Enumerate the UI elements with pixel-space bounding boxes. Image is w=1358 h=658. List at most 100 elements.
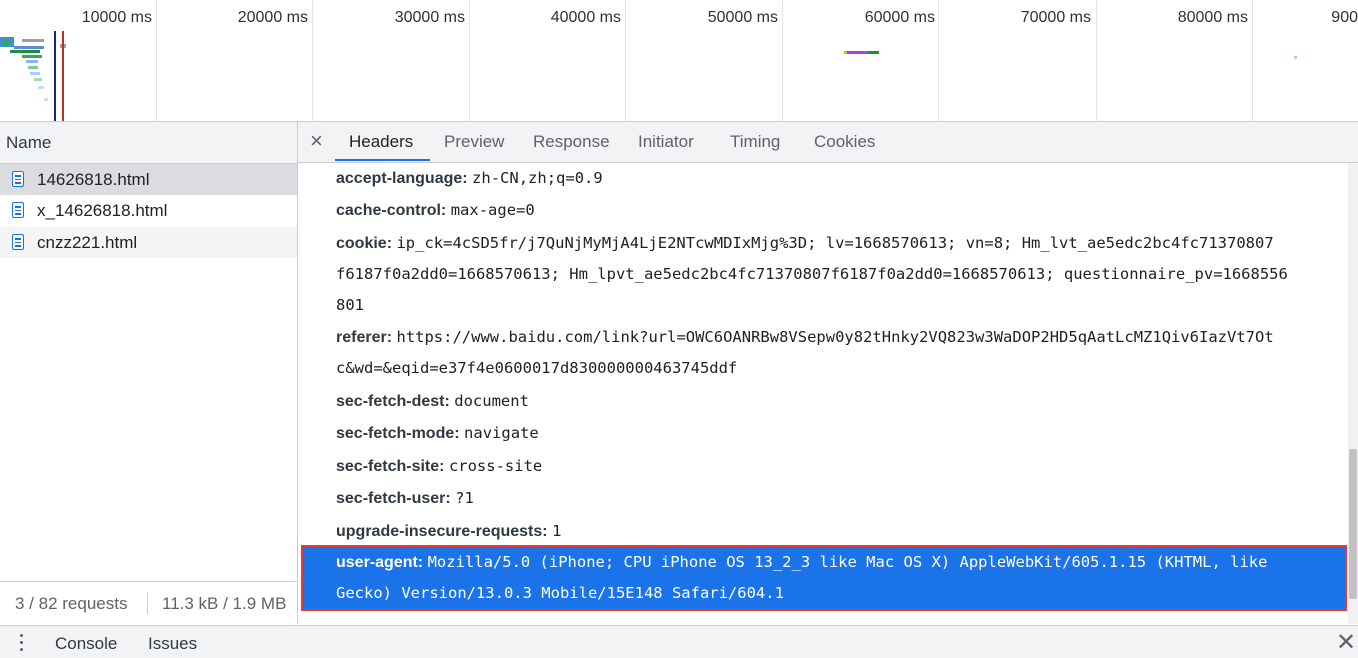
timeline-gridline — [156, 0, 157, 121]
header-row: referer: https://www.baidu.com/link?url=… — [336, 321, 1274, 354]
tab-cookies[interactable]: Cookies — [814, 132, 875, 152]
header-value: cross-site — [448, 457, 543, 475]
header-value: https://www.baidu.com/link?url=OWC6OANRB… — [396, 328, 1274, 346]
dom-content-loaded-line — [54, 31, 56, 121]
timeline-gridline — [625, 0, 626, 121]
timeline-tick-label: 30000 ms — [394, 9, 465, 26]
tab-preview[interactable]: Preview — [444, 132, 504, 152]
request-name: cnzz221.html — [37, 233, 138, 252]
tab-headers[interactable]: Headers — [349, 132, 413, 152]
header-value: Mozilla/5.0 (iPhone; CPU iPhone OS 13_2_… — [427, 553, 1268, 571]
waterfall-bar — [846, 51, 868, 54]
timeline-gridline — [938, 0, 939, 121]
header-name: cookie: — [336, 235, 393, 252]
request-details-pane: × Headers Preview Response Initiator Tim… — [298, 122, 1358, 624]
header-value: max-age=0 — [450, 201, 535, 219]
status-divider — [147, 592, 148, 614]
header-row: sec-fetch-mode: navigate — [336, 417, 539, 450]
header-row: sec-fetch-user: ?1 — [336, 482, 474, 515]
header-row: cookie: ip_ck=4cSD5fr/j7QuNjMyMjA4LjE2NT… — [336, 227, 1274, 260]
header-row: user-agent: Mozilla/5.0 (iPhone; CPU iPh… — [336, 546, 1267, 579]
waterfall-bar — [44, 98, 48, 101]
tab-console[interactable]: Console — [55, 634, 117, 654]
waterfall-bar — [1294, 56, 1297, 59]
waterfall-bar — [10, 50, 40, 53]
name-column-label: Name — [6, 133, 52, 152]
header-value-continued: 801 — [336, 296, 364, 314]
header-name: upgrade-insecure-requests: — [336, 523, 548, 540]
header-value-continued: f6187f0a2dd0=1668570613; Hm_lpvt_ae5edc2… — [336, 265, 1288, 283]
request-count: 3 / 82 requests — [15, 594, 128, 613]
header-name: sec-fetch-mode: — [336, 425, 460, 442]
header-row: upgrade-insecure-requests: 1 — [336, 515, 561, 548]
timeline-gridline — [782, 0, 783, 121]
timeline-gridline — [469, 0, 470, 121]
timeline-gridline — [312, 0, 313, 121]
request-row[interactable]: cnzz221.html — [0, 227, 297, 258]
active-tab-indicator — [335, 159, 430, 161]
waterfall-bar — [38, 86, 44, 89]
timeline-tick-label: 60000 ms — [864, 9, 935, 26]
header-value: ip_ck=4cSD5fr/j7QuNjMyMjA4LjE2NTcwMDIxMj… — [396, 234, 1274, 252]
timeline-tick-label: 10000 ms — [81, 9, 152, 26]
header-name: referer: — [336, 329, 393, 346]
tab-timing[interactable]: Timing — [730, 132, 780, 152]
tab-initiator[interactable]: Initiator — [638, 132, 694, 152]
load-event-line — [62, 31, 64, 121]
timeline-gridline — [1096, 0, 1097, 121]
waterfall-bar — [30, 72, 40, 75]
header-row: cache-control: max-age=0 — [336, 194, 535, 227]
header-name: cache-control: — [336, 202, 447, 219]
close-drawer-icon[interactable]: ✕ — [1336, 628, 1356, 657]
tab-issues[interactable]: Issues — [148, 634, 197, 654]
waterfall-bar — [26, 60, 38, 63]
header-name: sec-fetch-site: — [336, 458, 445, 475]
transfer-size: 11.3 kB / 1.9 MB — [162, 594, 287, 613]
timeline-tick-label: 900 — [1331, 9, 1358, 26]
status-bar: 3 / 82 requests 11.3 kB / 1.9 MB — [0, 581, 297, 625]
header-row: accept-language: zh-CN,zh;q=0.9 — [336, 163, 603, 195]
request-headers-list: accept-language: zh-CN,zh;q=0.9 cache-co… — [298, 163, 1348, 624]
details-tabbar: × Headers Preview Response Initiator Tim… — [298, 122, 1358, 163]
more-options-icon[interactable] — [18, 632, 26, 652]
waterfall-bar — [28, 66, 38, 69]
tab-response[interactable]: Response — [533, 132, 610, 152]
header-value: zh-CN,zh;q=0.9 — [472, 169, 603, 187]
waterfall-bar — [22, 55, 42, 58]
header-name: user-agent: — [336, 554, 424, 571]
request-name: x_14626818.html — [37, 201, 168, 220]
scrollbar-thumb[interactable] — [1349, 449, 1357, 599]
document-icon — [12, 234, 24, 250]
request-row-selected[interactable]: 14626818.html — [0, 164, 297, 195]
timeline-tick-label: 20000 ms — [237, 9, 308, 26]
header-row: sec-fetch-site: cross-site — [336, 450, 542, 483]
header-value: navigate — [464, 424, 539, 442]
header-name: sec-fetch-dest: — [336, 393, 450, 410]
close-icon[interactable]: × — [310, 128, 323, 154]
request-list-pane: Name 14626818.html x_14626818.html cnzz2… — [0, 122, 298, 625]
document-icon — [12, 202, 24, 218]
waterfall-bar — [868, 51, 879, 54]
waterfall-bar — [14, 46, 44, 49]
header-value: ?1 — [455, 489, 474, 507]
timeline-tick-label: 50000 ms — [707, 9, 778, 26]
header-value-continued: c&wd=&eqid=e37f4e0600017d830000000463745… — [336, 359, 738, 377]
network-overview-timeline[interactable]: 10000 ms 20000 ms 30000 ms 40000 ms 5000… — [0, 0, 1358, 122]
waterfall-bar — [34, 78, 42, 81]
request-name: 14626818.html — [37, 170, 150, 189]
header-value-continued: Gecko) Version/13.0.3 Mobile/15E148 Safa… — [336, 584, 784, 602]
header-row: sec-fetch-dest: document — [336, 385, 529, 418]
scrollbar[interactable] — [1348, 163, 1358, 624]
request-row[interactable]: x_14626818.html — [0, 195, 297, 226]
waterfall-bar — [3, 39, 9, 45]
header-value: 1 — [552, 522, 562, 540]
waterfall-bar — [22, 39, 44, 42]
timeline-tick-label: 40000 ms — [550, 9, 621, 26]
drawer-tabbar: Console Issues ✕ — [0, 625, 1358, 658]
header-name: accept-language: — [336, 170, 468, 187]
name-column-header[interactable]: Name — [0, 122, 297, 164]
timeline-tick-label: 70000 ms — [1020, 9, 1091, 26]
header-value: document — [454, 392, 529, 410]
user-agent-header-row-highlighted[interactable]: user-agent: Mozilla/5.0 (iPhone; CPU iPh… — [301, 545, 1347, 611]
header-name: sec-fetch-user: — [336, 490, 451, 507]
